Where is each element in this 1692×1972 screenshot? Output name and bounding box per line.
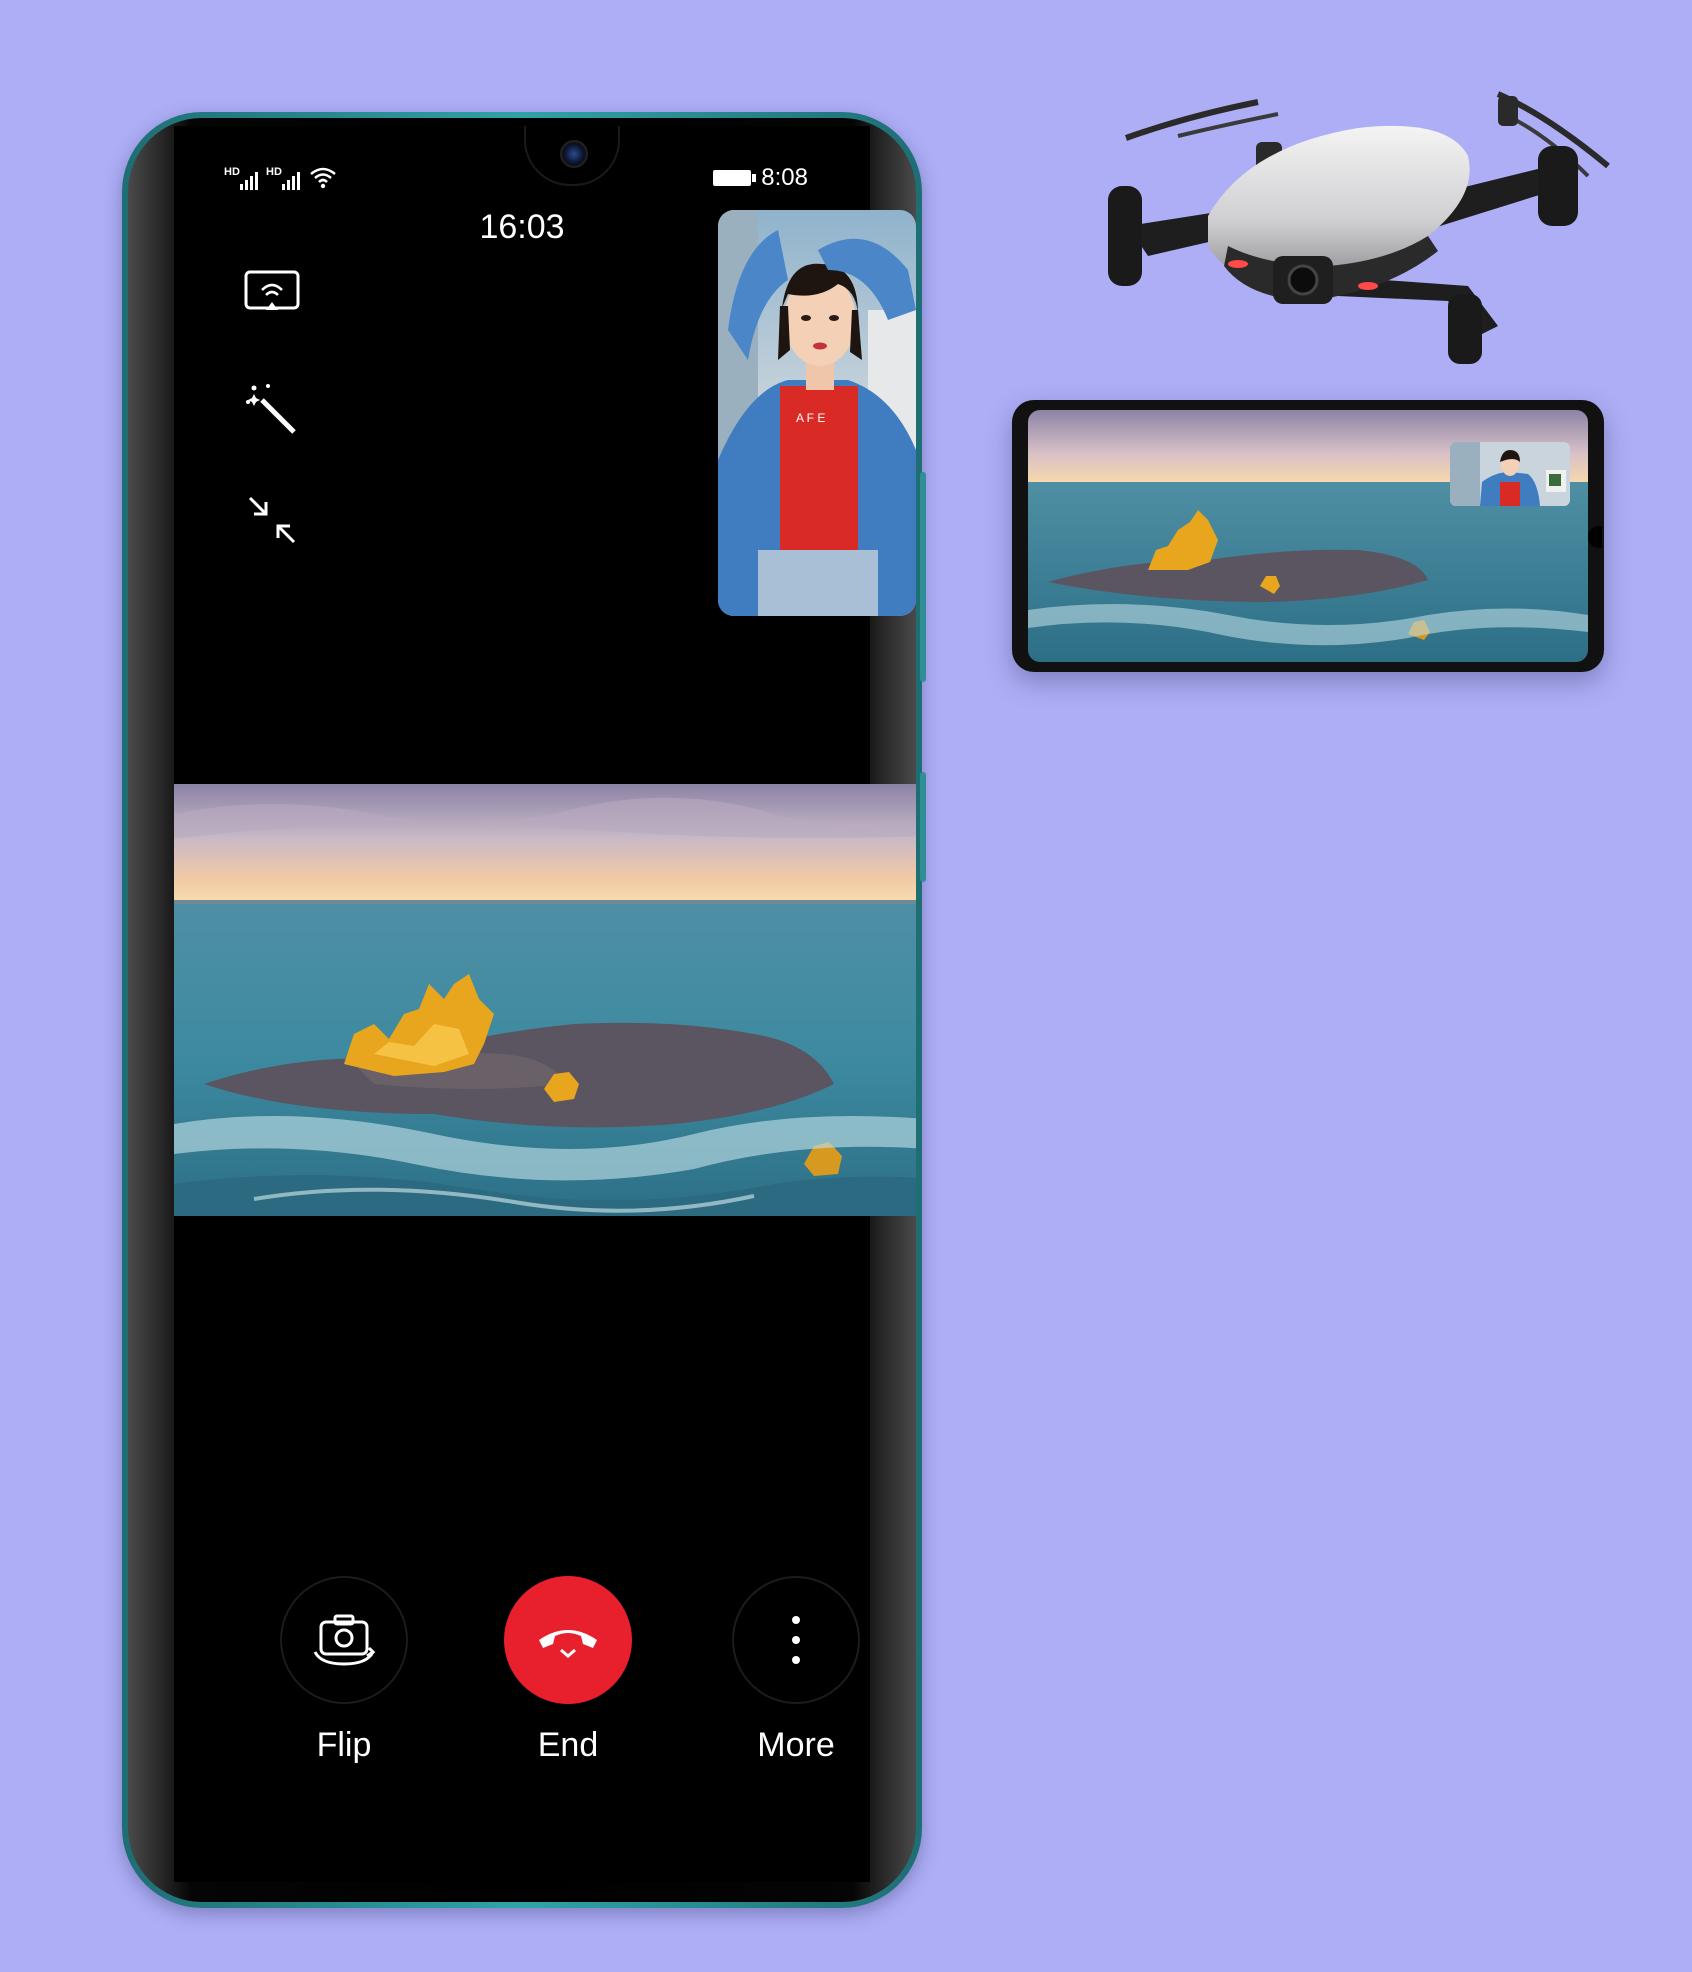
landscape-video-screen: [1028, 410, 1588, 662]
signal-strength-icon: HD: [224, 166, 258, 192]
flip-camera-icon[interactable]: [280, 1576, 408, 1704]
phone-device: HD HD 8:08 16:03 A F E Flip End More: [122, 112, 926, 1908]
magic-wand-icon[interactable]: [240, 378, 304, 442]
landscape-phone: [1012, 400, 1604, 672]
more-vertical-icon[interactable]: [732, 1576, 860, 1704]
end-call-button[interactable]: End: [504, 1576, 632, 1765]
more-options-button[interactable]: More: [732, 1576, 860, 1765]
more-label: More: [757, 1726, 835, 1764]
landscape-camera-notch: [1588, 526, 1602, 548]
svg-text:A F E: A F E: [796, 411, 825, 425]
drone-image: [1028, 76, 1628, 376]
battery-icon: [713, 170, 757, 186]
end-label: End: [537, 1726, 599, 1764]
volume-button: [920, 472, 926, 682]
power-button: [920, 772, 926, 882]
flip-camera-button[interactable]: Flip: [280, 1576, 408, 1765]
flip-label: Flip: [316, 1726, 372, 1764]
end-call-icon[interactable]: [504, 1576, 632, 1704]
call-actions: Flip End More: [174, 1576, 870, 1796]
self-view-pip[interactable]: A F E: [718, 210, 916, 616]
screen-cast-icon[interactable]: [240, 262, 304, 326]
signal-strength-icon: HD: [266, 166, 300, 192]
video-call-screen: HD HD 8:08 16:03 A F E Flip End More: [174, 126, 916, 1882]
status-bar-right: 8:08: [713, 164, 808, 192]
minimize-arrows-icon[interactable]: [240, 488, 304, 552]
front-camera: [524, 126, 620, 186]
landscape-self-view-pip[interactable]: [1450, 442, 1570, 506]
status-time: 8:08: [761, 164, 808, 191]
phone-bezel: HD HD 8:08 16:03 A F E Flip End More: [128, 118, 916, 1902]
status-bar-left: HD HD: [224, 166, 338, 192]
remote-video-feed: [174, 784, 916, 1216]
wifi-icon: [310, 167, 336, 189]
